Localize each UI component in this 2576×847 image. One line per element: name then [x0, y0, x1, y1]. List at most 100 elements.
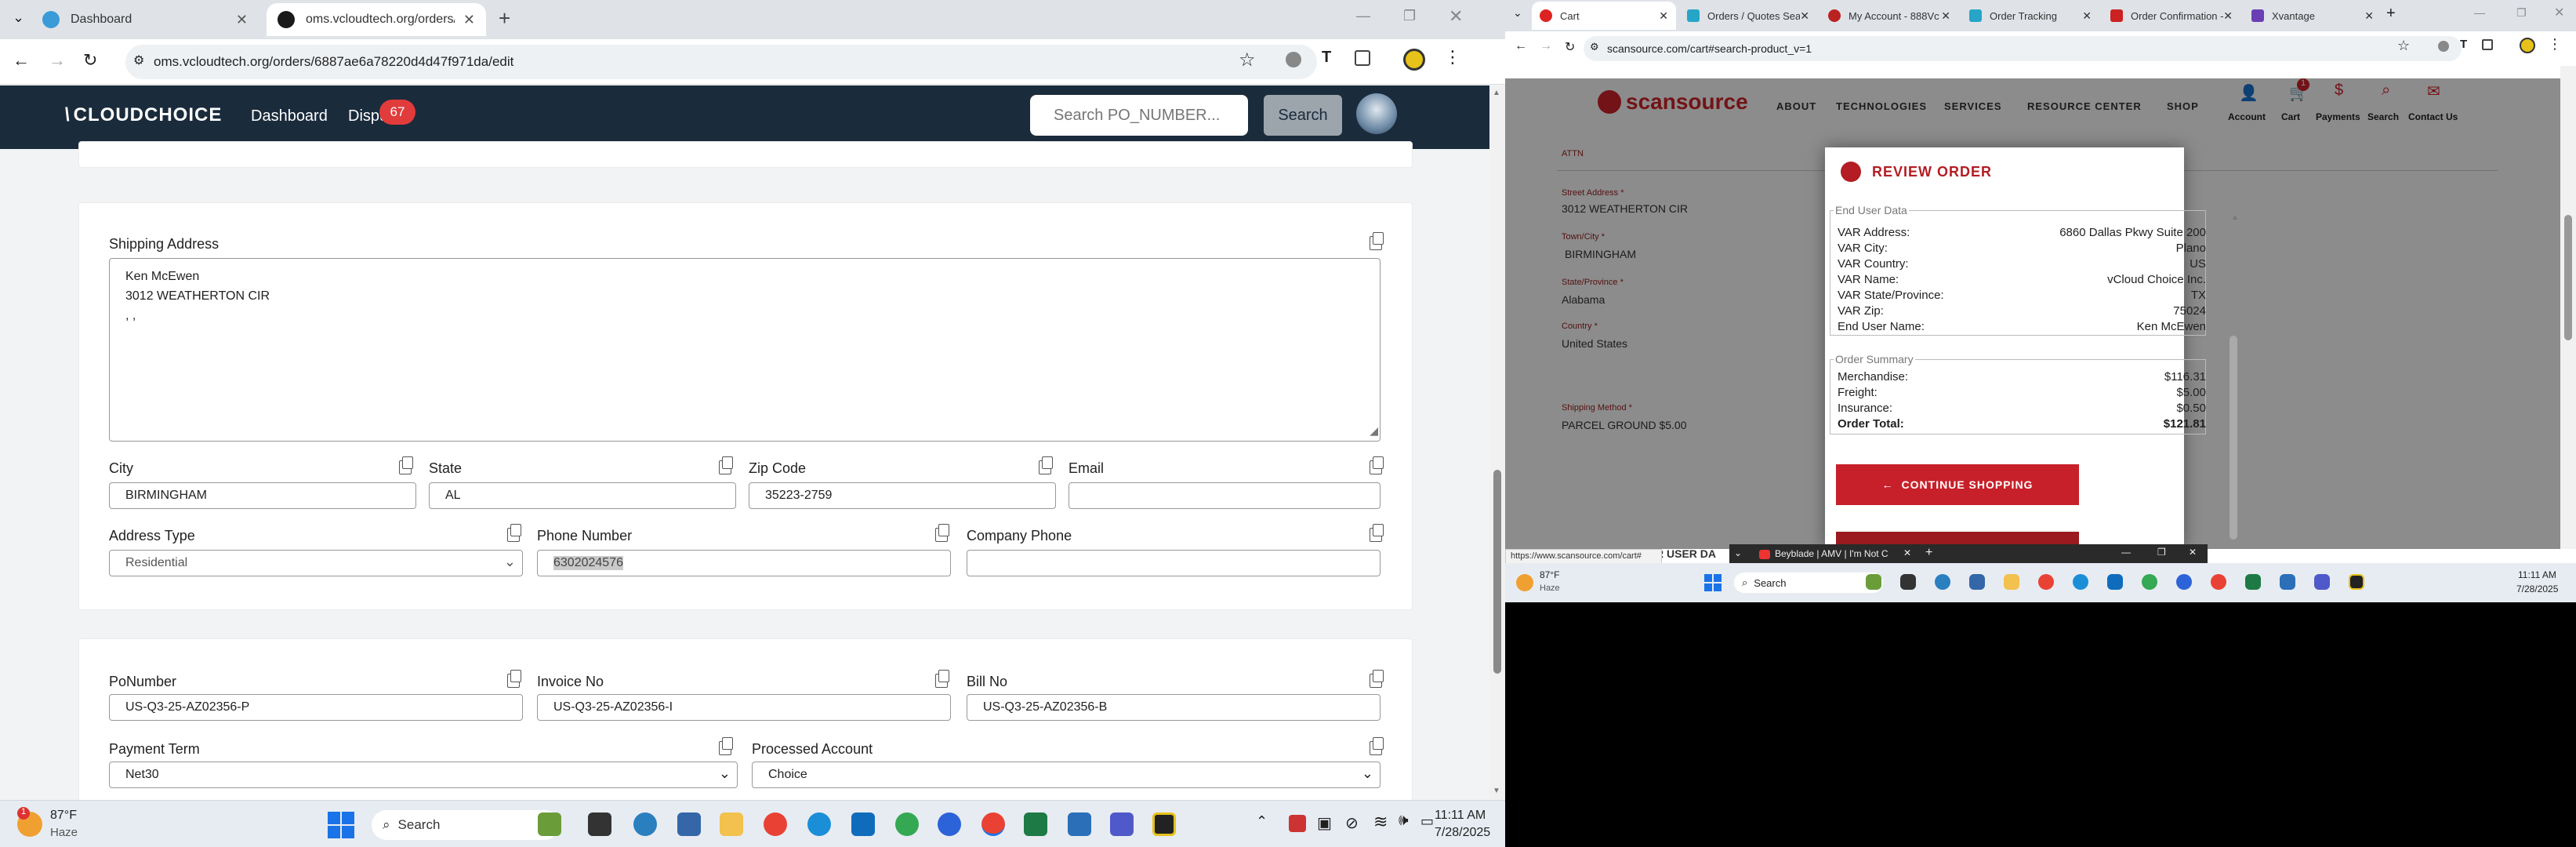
zoom-icon[interactable]	[938, 812, 961, 836]
outlook-icon[interactable]	[2107, 574, 2123, 590]
reading-mode-icon[interactable]: T	[1322, 49, 1331, 67]
scrollbar-thumb[interactable]	[1493, 470, 1501, 674]
taskbar-app-icon[interactable]	[538, 812, 561, 836]
battery-icon[interactable]: ▭	[1420, 813, 1434, 830]
close-tab-icon[interactable]: ✕	[2364, 9, 2374, 23]
app-icon[interactable]	[1068, 812, 1091, 836]
restore-icon[interactable]: ❐	[2516, 6, 2527, 20]
weather-sun-icon[interactable]	[1516, 574, 1533, 591]
payment-term-select[interactable]: Net30 ⌄	[109, 762, 738, 788]
tab-order-tracking[interactable]: Order Tracking ✕	[1961, 2, 2099, 30]
tab-order-edit[interactable]: oms.vcloudtech.org/orders/68... ✕	[267, 3, 486, 36]
close-tab-icon[interactable]: ✕	[236, 12, 248, 28]
copy-company-phone-icon[interactable]	[1370, 524, 1384, 542]
back-icon[interactable]: ←	[13, 50, 30, 71]
copy-bill-icon[interactable]	[1370, 670, 1384, 688]
phone-number-input[interactable]: 6302024576	[537, 550, 951, 576]
invoice-no-input[interactable]: US-Q3-25-AZ02356-I	[537, 694, 951, 721]
taskbar-search-box[interactable]: ⌕ Search	[1734, 573, 1883, 593]
close-tab-icon[interactable]: ✕	[1941, 9, 1950, 23]
clock-date[interactable]: 7/28/2025	[2516, 583, 2558, 594]
scrollbar-thumb[interactable]	[2564, 215, 2572, 340]
profile-avatar[interactable]	[1403, 49, 1425, 71]
edge-icon[interactable]	[807, 812, 831, 836]
page-scrollbar[interactable]: ▲ ▼	[1489, 85, 1505, 800]
tray-app-icon[interactable]: ▣	[1317, 813, 1332, 833]
close-media-tab-icon[interactable]: ✕	[1903, 547, 1911, 558]
copy-payment-term-icon[interactable]	[719, 737, 733, 755]
wifi-icon[interactable]: ≋	[1373, 812, 1388, 832]
tab-list-chevron-icon[interactable]: ⌄	[1513, 6, 1522, 20]
volume-icon[interactable]: 🕪	[1399, 812, 1409, 830]
tab-my-account[interactable]: My Account - 888Vc ✕	[1820, 2, 1958, 30]
app-icon[interactable]	[2280, 574, 2295, 590]
address-type-select[interactable]: Residential ⌄	[109, 550, 523, 576]
close-tab-icon[interactable]: ✕	[2082, 9, 2092, 23]
scroll-down-icon[interactable]: ▼	[1493, 787, 1500, 795]
copy-processed-account-icon[interactable]	[1370, 737, 1384, 755]
continue-shopping-button[interactable]: ← CONTINUE SHOPPING	[1836, 464, 2079, 505]
clock-time[interactable]: 11:11 AM	[1435, 809, 1486, 823]
url-input[interactable]: ⚙ scansource.com/cart#search-product_v=1	[1584, 36, 2462, 61]
app-icon[interactable]	[2349, 574, 2364, 590]
file-explorer-icon[interactable]	[720, 812, 743, 836]
tab-orders-quotes[interactable]: Orders / Quotes Sear ✕	[1679, 2, 1817, 30]
taskbar-calculator-icon[interactable]	[1969, 574, 1985, 590]
zoom-icon[interactable]	[2176, 574, 2192, 590]
site-info-icon[interactable]: ⚙	[133, 53, 144, 68]
taskbar-search-box[interactable]: ⌕ Search	[372, 810, 560, 840]
close-window-icon[interactable]: ✕	[1449, 6, 1463, 27]
bookmark-star-icon[interactable]: ☆	[2397, 38, 2410, 54]
copy-shipping-address-icon[interactable]	[1370, 232, 1384, 250]
clock-time[interactable]: 11:11 AM	[2518, 569, 2556, 580]
windows-start-icon[interactable]	[1704, 574, 1722, 591]
chrome-icon[interactable]	[2038, 574, 2054, 590]
restore-icon[interactable]: ❐	[1403, 8, 1416, 24]
tab-list-chevron-icon[interactable]: ⌄	[13, 9, 24, 26]
user-avatar[interactable]	[1356, 93, 1397, 134]
network-off-icon[interactable]: ⊘	[1345, 813, 1359, 833]
close-tab-icon[interactable]: ✕	[1659, 9, 1668, 23]
edge-icon[interactable]	[2073, 574, 2088, 590]
outlook-icon[interactable]	[851, 812, 875, 836]
tray-app-icon[interactable]	[1289, 815, 1306, 832]
company-phone-input[interactable]	[967, 550, 1381, 576]
browser-menu-icon[interactable]: ⋮	[1444, 47, 1461, 67]
reload-icon[interactable]: ↻	[1565, 39, 1575, 55]
nav-link-dashboard[interactable]: Dashboard	[251, 107, 328, 125]
modal-scroll-up-icon[interactable]: ▲	[2231, 213, 2239, 222]
extensions-puzzle-icon[interactable]	[2482, 39, 2493, 50]
profile-avatar[interactable]	[2520, 38, 2535, 53]
media-title[interactable]: Beyblade | AMV | I'm Not C	[1775, 548, 1888, 559]
tab-cart[interactable]: Cart ✕	[1532, 2, 1676, 30]
copy-po-icon[interactable]	[507, 670, 521, 688]
minimize-icon[interactable]: —	[2121, 547, 2131, 558]
chrome-profile-icon[interactable]	[895, 812, 919, 836]
chrome-profile-icon[interactable]	[2142, 574, 2157, 590]
copy-address-type-icon[interactable]	[507, 524, 521, 542]
state-input[interactable]: AL	[429, 482, 736, 509]
bookmark-star-icon[interactable]: ☆	[1239, 49, 1256, 71]
close-tab-icon[interactable]: ✕	[2223, 9, 2233, 23]
page-scrollbar[interactable]	[2560, 66, 2576, 549]
po-number-input[interactable]: US-Q3-25-AZ02356-P	[109, 694, 523, 721]
tab-order-confirmation[interactable]: Order Confirmation - I ✕	[2103, 2, 2240, 30]
search-button[interactable]: Search	[1264, 95, 1342, 136]
copy-city-icon[interactable]	[399, 456, 413, 474]
teams-icon[interactable]	[1110, 812, 1134, 836]
minimize-icon[interactable]: —	[1356, 8, 1370, 24]
cloudchoice-logo[interactable]: \ CLOUDCHOICE	[64, 104, 222, 126]
taskbar-calculator-icon[interactable]	[677, 812, 701, 836]
shipping-address-textarea[interactable]: Ken McEwen 3012 WEATHERTON CIR , , ◢	[109, 258, 1381, 442]
app-icon[interactable]	[1152, 812, 1176, 836]
restore-icon[interactable]: ❐	[2157, 547, 2166, 558]
new-tab-icon[interactable]: +	[2386, 5, 2396, 23]
extension-icon[interactable]	[1286, 52, 1301, 67]
tab-xvantage[interactable]: Xvantage ✕	[2244, 2, 2382, 30]
site-info-icon[interactable]: ⚙	[1590, 41, 1599, 53]
windows-start-icon[interactable]	[328, 812, 354, 838]
taskbar-browser-icon[interactable]	[1935, 574, 1950, 590]
excel-icon[interactable]	[2245, 574, 2261, 590]
close-window-icon[interactable]: ✕	[2189, 547, 2197, 558]
extension-icon[interactable]	[2438, 41, 2449, 52]
